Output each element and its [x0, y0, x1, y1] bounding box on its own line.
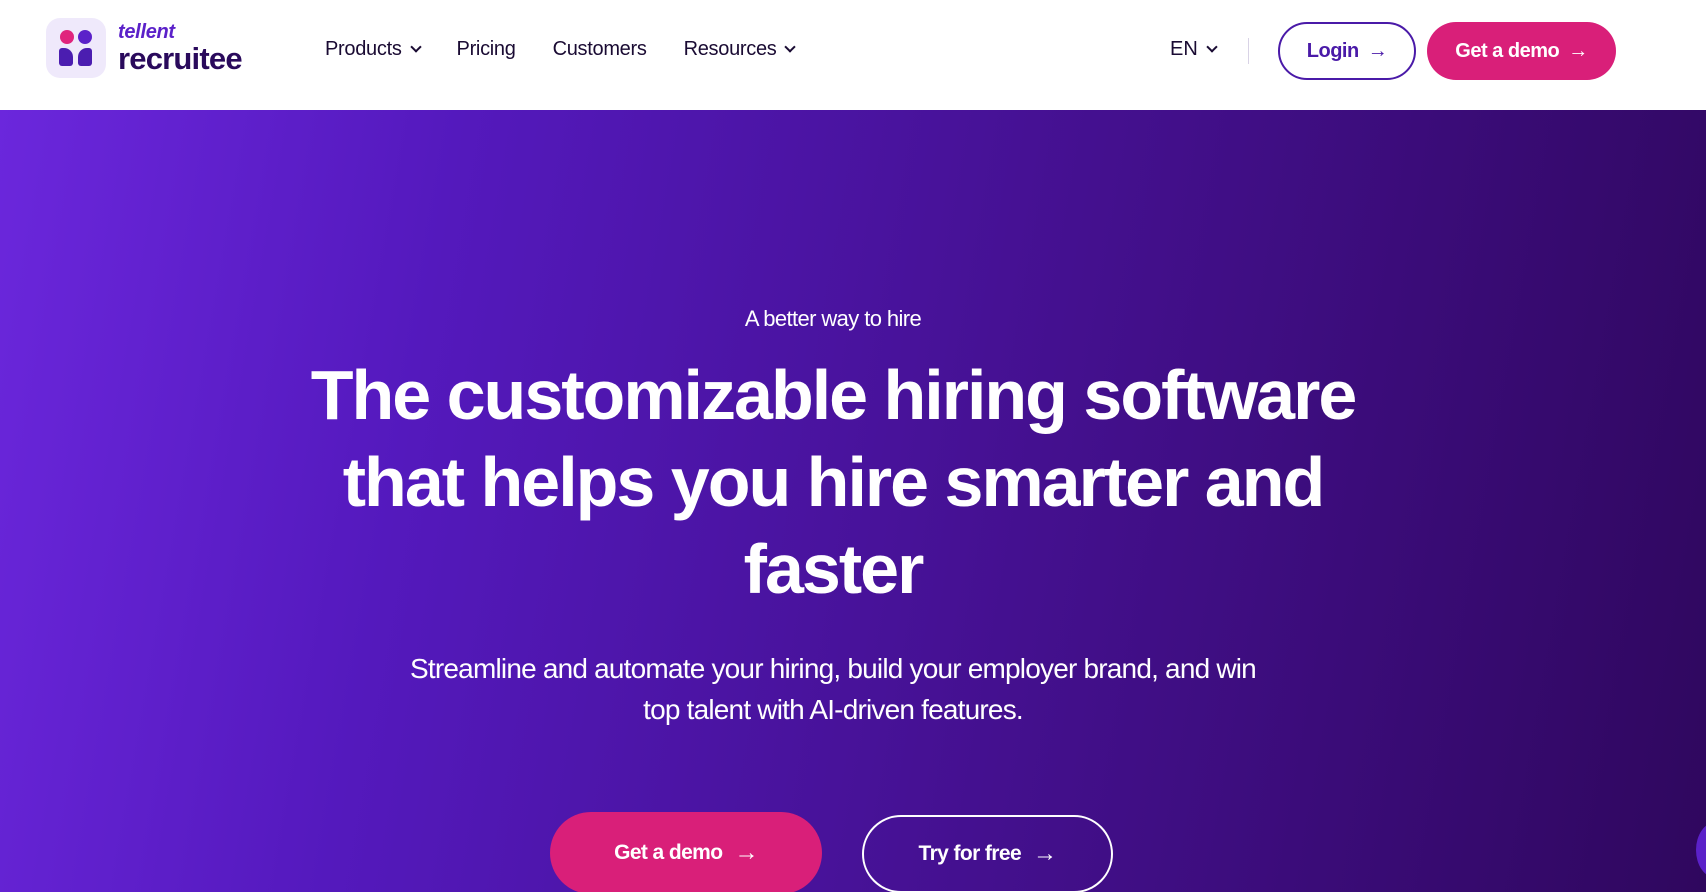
- login-button[interactable]: Login →: [1278, 22, 1416, 80]
- get-demo-header-label: Get a demo: [1455, 39, 1560, 62]
- headline-line: The customizable hiring software: [310, 356, 1358, 434]
- arrow-right-icon: →: [1367, 39, 1388, 62]
- logo-big-text: recruitee: [118, 41, 243, 76]
- nav-resources[interactable]: Resources: [683, 38, 797, 61]
- chat-widget-icon[interactable]: [1696, 822, 1706, 878]
- hero-eyebrow: A better way to hire: [744, 306, 922, 331]
- subtitle-line: top talent with AI-driven features.: [643, 694, 1024, 725]
- main-nav: Products Pricing Customers Resources: [325, 38, 831, 61]
- logo-small-text: tellent: [118, 21, 175, 43]
- nav-customers[interactable]: Customers: [553, 38, 647, 61]
- login-label: Login: [1306, 39, 1359, 62]
- get-demo-hero-button[interactable]: Get a demo →: [550, 812, 822, 892]
- nav-pricing-label: Pricing: [456, 38, 516, 60]
- chevron-down-icon: [1206, 41, 1218, 53]
- arrow-right-icon: →: [1568, 39, 1588, 62]
- chevron-down-icon: [409, 41, 422, 53]
- nav-products-label: Products: [325, 38, 402, 60]
- get-demo-header-button[interactable]: Get a demo →: [1427, 22, 1616, 80]
- hero-headline: The customizable hiring software that he…: [283, 352, 1383, 613]
- site-header: tellent recruitee Products Pricing Custo…: [0, 0, 1706, 110]
- try-for-free-button[interactable]: Try for free →: [862, 815, 1113, 892]
- arrow-right-icon: →: [1033, 840, 1057, 867]
- subtitle-line: Streamline and automate your hiring, bui…: [410, 653, 1257, 684]
- logo-wordmark: tellent recruitee: [118, 21, 243, 76]
- hero-subtitle: Streamline and automate your hiring, bui…: [383, 648, 1283, 730]
- try-for-free-label: Try for free: [918, 842, 1022, 865]
- nav-customers-label: Customers: [552, 38, 647, 60]
- chevron-down-icon: [784, 41, 797, 53]
- headline-line: that helps you hire smarter and: [342, 443, 1325, 521]
- hero-section: A better way to hire The customizable hi…: [0, 110, 1706, 892]
- nav-pricing[interactable]: Pricing: [457, 38, 516, 61]
- nav-products[interactable]: Products: [325, 38, 422, 61]
- logo[interactable]: tellent recruitee: [46, 18, 243, 78]
- headline-line: faster: [743, 530, 925, 608]
- header-divider: [1248, 38, 1249, 64]
- language-selector[interactable]: EN: [1170, 38, 1218, 61]
- nav-resources-label: Resources: [683, 38, 777, 60]
- logo-icon: [46, 18, 106, 78]
- get-demo-hero-label: Get a demo: [614, 841, 723, 864]
- arrow-right-icon: →: [734, 839, 758, 866]
- language-label: EN: [1170, 38, 1198, 60]
